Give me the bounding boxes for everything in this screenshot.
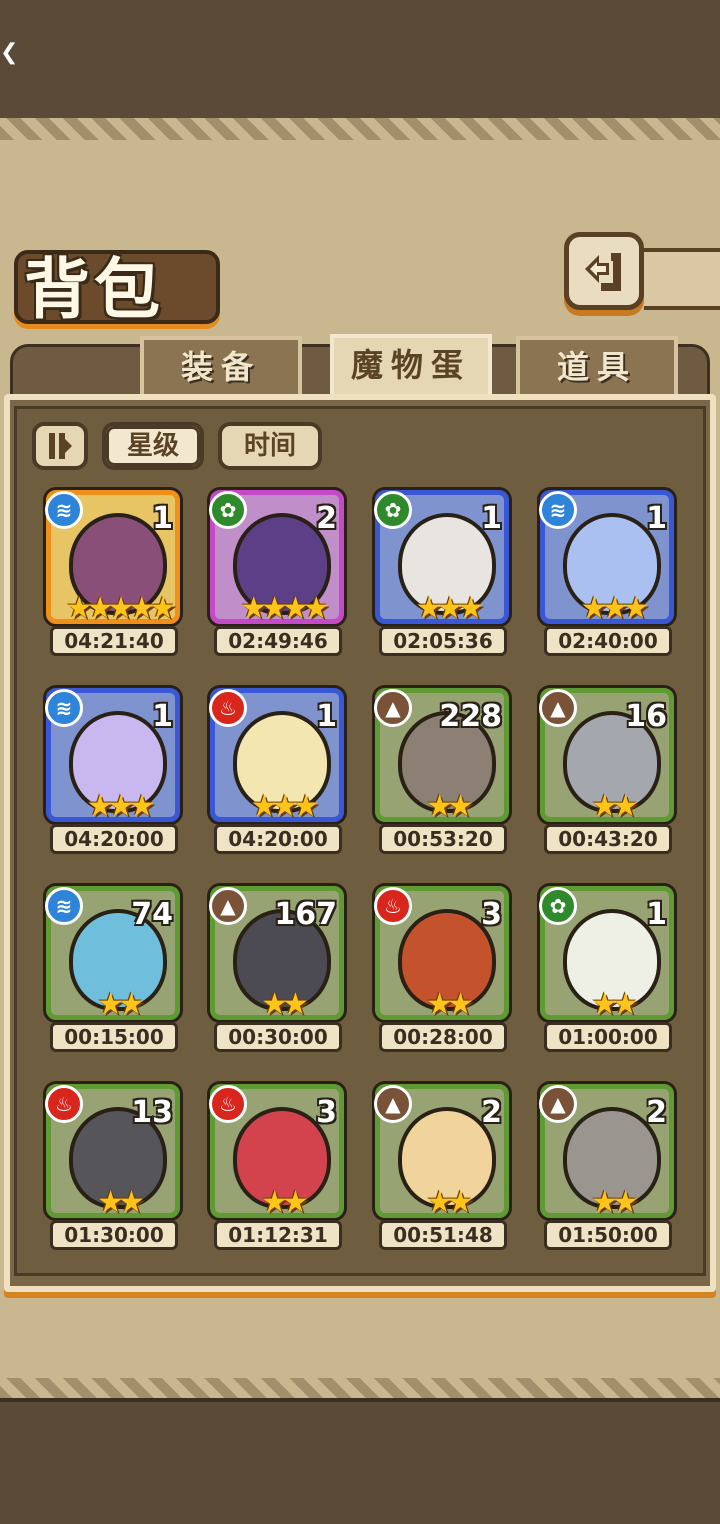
earth-element-icon: ▲ [539, 1085, 577, 1123]
star-rating: ★★ [591, 789, 639, 824]
return-icon [585, 253, 621, 291]
star-rating: ★★ [591, 1185, 639, 1220]
egg-count: 1 [316, 699, 337, 734]
grass-element-icon: ✿ [539, 887, 577, 925]
egg-frame: ▲ 167 ★★ [209, 886, 344, 1022]
water-element-icon: ≋ [45, 689, 83, 727]
egg-frame: ✿ 1 ★★★ [374, 490, 509, 626]
egg-count: 3 [481, 897, 502, 932]
star-rating: ★★★ [580, 591, 650, 626]
hatch-timer: 04:20:00 [50, 824, 178, 854]
egg-count: 16 [625, 699, 667, 734]
hatch-timer: 01:12:31 [214, 1220, 342, 1250]
tab-equipment[interactable]: 装备 [140, 336, 302, 398]
return-button[interactable] [564, 232, 644, 310]
sort-by-time-button[interactable]: 时间 [218, 422, 322, 470]
back-arrow-icon[interactable]: ❮ [0, 40, 18, 65]
egg-frame: ≋ 1 ★★★★★ [45, 490, 180, 626]
top-bar [0, 0, 720, 122]
star-rating: ★★ [97, 1185, 145, 1220]
star-rating: ★★★ [86, 789, 156, 824]
egg-frame: ▲ 2 ★★ [374, 1084, 509, 1220]
egg-count: 1 [152, 699, 173, 734]
page-title: 背包 [24, 251, 164, 328]
egg-count: 2 [316, 501, 337, 536]
hatch-timer: 02:05:36 [379, 626, 507, 656]
earth-element-icon: ▲ [209, 887, 247, 925]
star-rating: ★★★★★ [65, 591, 176, 626]
star-rating: ★★ [426, 987, 474, 1022]
hatch-timer: 01:30:00 [50, 1220, 178, 1250]
egg-count: 167 [274, 897, 337, 932]
egg-frame: ▲ 228 ★★ [374, 688, 509, 824]
egg-frame: ♨ 3 ★★ [209, 1084, 344, 1220]
tab-items[interactable]: 道具 [516, 336, 678, 398]
egg-count: 1 [481, 501, 502, 536]
sort-toggle-icon [49, 433, 72, 459]
egg-count: 1 [646, 501, 667, 536]
egg-count: 13 [131, 1095, 173, 1130]
hatch-timer: 04:21:40 [50, 626, 178, 656]
hatch-timer: 01:00:00 [544, 1022, 672, 1052]
water-element-icon: ≋ [45, 491, 83, 529]
star-rating: ★★ [426, 789, 474, 824]
sort-by-star-button[interactable]: 星级 [102, 422, 204, 470]
star-rating: ★★ [97, 987, 145, 1022]
sort-order-button[interactable] [32, 422, 88, 470]
hatch-timer: 00:53:20 [379, 824, 507, 854]
fire-element-icon: ♨ [209, 689, 247, 727]
egg-frame: ≋ 1 ★★★ [45, 688, 180, 824]
hatch-timer: 00:51:48 [379, 1220, 507, 1250]
egg-count: 1 [152, 501, 173, 536]
egg-count: 228 [439, 699, 502, 734]
bottom-bar [0, 1398, 720, 1524]
egg-count: 3 [316, 1095, 337, 1130]
return-rail [644, 248, 720, 310]
egg-frame: ▲ 2 ★★ [539, 1084, 674, 1220]
star-rating: ★★★ [250, 789, 320, 824]
star-rating: ★★ [591, 987, 639, 1022]
hatch-timer: 00:43:20 [544, 824, 672, 854]
egg-frame: ♨ 13 ★★ [45, 1084, 180, 1220]
star-rating: ★★★★ [240, 591, 330, 626]
fire-element-icon: ♨ [374, 887, 412, 925]
earth-element-icon: ▲ [539, 689, 577, 727]
egg-frame: ✿ 2 ★★★★ [209, 490, 344, 626]
star-rating: ★★ [261, 987, 309, 1022]
egg-frame: ♨ 1 ★★★ [209, 688, 344, 824]
egg-count: 2 [481, 1095, 502, 1130]
hatch-timer: 01:50:00 [544, 1220, 672, 1250]
egg-frame: ▲ 16 ★★ [539, 688, 674, 824]
star-rating: ★★ [426, 1185, 474, 1220]
water-element-icon: ≋ [539, 491, 577, 529]
star-rating: ★★ [261, 1185, 309, 1220]
hatch-timer: 04:20:00 [214, 824, 342, 854]
egg-count: 2 [646, 1095, 667, 1130]
egg-count: 74 [131, 897, 173, 932]
hatch-timer: 02:49:46 [214, 626, 342, 656]
egg-frame: ≋ 1 ★★★ [539, 490, 674, 626]
earth-element-icon: ▲ [374, 689, 412, 727]
egg-frame: ♨ 3 ★★ [374, 886, 509, 1022]
star-rating: ★★★ [415, 591, 485, 626]
water-element-icon: ≋ [45, 887, 83, 925]
hatch-timer: 00:28:00 [379, 1022, 507, 1052]
egg-frame: ✿ 1 ★★ [539, 886, 674, 1022]
fire-element-icon: ♨ [209, 1085, 247, 1123]
hatch-timer: 02:40:00 [544, 626, 672, 656]
egg-frame: ≋ 74 ★★ [45, 886, 180, 1022]
hatch-timer: 00:30:00 [214, 1022, 342, 1052]
earth-element-icon: ▲ [374, 1085, 412, 1123]
grass-element-icon: ✿ [209, 491, 247, 529]
grass-element-icon: ✿ [374, 491, 412, 529]
egg-count: 1 [646, 897, 667, 932]
hatch-timer: 00:15:00 [50, 1022, 178, 1052]
fire-element-icon: ♨ [45, 1085, 83, 1123]
